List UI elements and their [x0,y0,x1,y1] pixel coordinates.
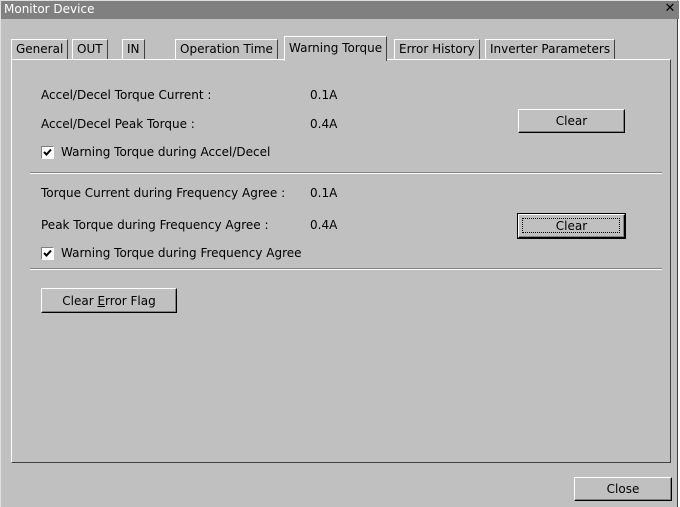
close-button[interactable]: Close [574,477,672,501]
close-icon[interactable]: ✕ [663,1,677,17]
monitor-device-window: Monitor Device ✕ General OUT IN Operatio… [0,0,679,507]
freq-peak-torque-value: 0.4A [310,218,338,232]
freq-peak-torque-label: Peak Torque during Frequency Agree : [41,218,269,232]
tab-inverter-parameters[interactable]: Inverter Parameters [485,39,616,59]
accel-torque-current-value: 0.1A [310,88,338,102]
tab-general[interactable]: General [11,39,69,59]
accel-warning-checkbox[interactable] [41,146,54,159]
checkmark-icon [43,249,52,257]
window-title: Monitor Device [4,2,95,16]
freq-warning-checkbox-label[interactable]: Warning Torque during Frequency Agree [61,246,302,260]
accel-torque-current-label: Accel/Decel Torque Current : [41,88,212,102]
tab-error-history[interactable]: Error History [394,39,480,59]
tab-operation-time[interactable]: Operation Time [175,39,278,59]
accel-warning-checkbox-label[interactable]: Warning Torque during Accel/Decel [61,145,270,159]
section-divider [30,172,662,174]
accel-peak-torque-label: Accel/Decel Peak Torque : [41,117,195,131]
clear-error-flag-button[interactable]: Clear Error Flag [41,288,177,313]
freq-warning-checkbox[interactable] [41,247,54,260]
freq-torque-current-value: 0.1A [310,186,338,200]
section-divider [30,268,662,270]
tab-warning-torque[interactable]: Warning Torque [284,36,388,61]
freq-torque-current-label: Torque Current during Frequency Agree : [41,186,286,200]
tab-in[interactable]: IN [122,39,145,59]
warning-torque-panel: Accel/Decel Torque Current : 0.1A Accel/… [11,59,671,463]
accel-peak-torque-value: 0.4A [310,117,338,131]
title-bar[interactable]: Monitor Device ✕ [1,1,679,19]
tab-out[interactable]: OUT [72,39,108,59]
accel-clear-button[interactable]: Clear [518,109,625,133]
checkmark-icon [43,148,52,156]
freq-clear-button[interactable]: Clear [517,213,626,239]
